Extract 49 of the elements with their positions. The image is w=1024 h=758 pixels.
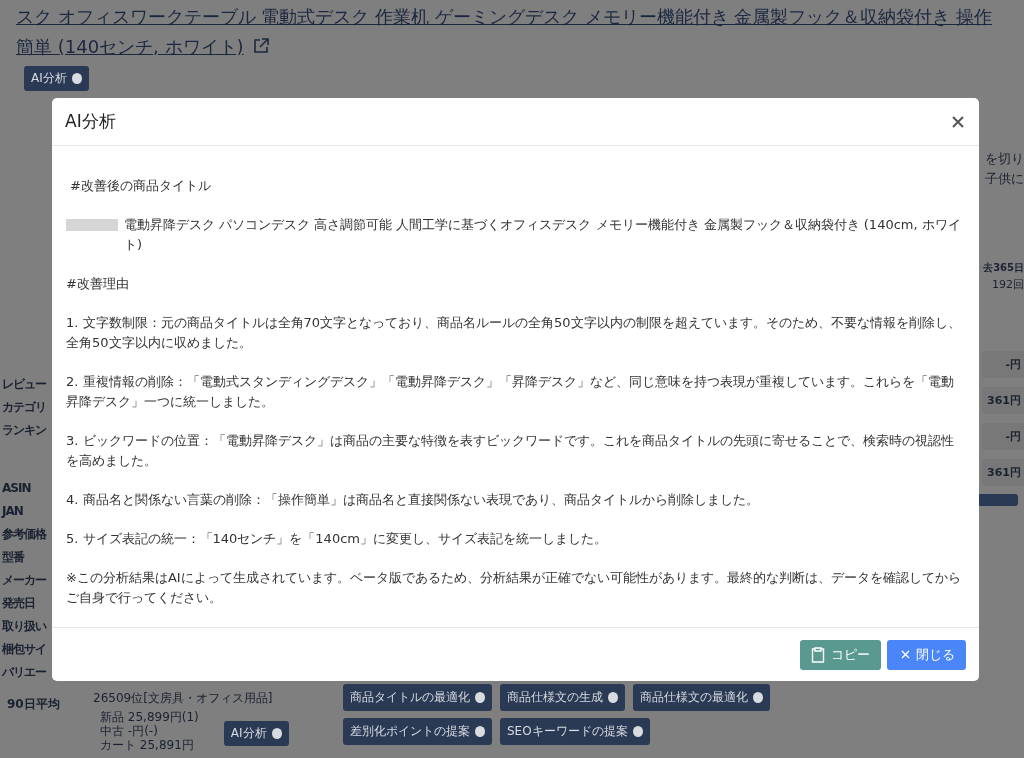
- row-label: レビュー: [2, 376, 48, 393]
- ai-analysis-button[interactable]: AI分析: [223, 721, 289, 746]
- price-value: 361円: [982, 459, 1024, 486]
- ai-analysis-button[interactable]: AI分析: [24, 66, 89, 91]
- row-label: 梱包サイ: [2, 641, 47, 658]
- price-value: -円: [982, 423, 1024, 450]
- description-text: 192回: [992, 277, 1024, 293]
- price-text: 中古 -円(-): [100, 724, 159, 738]
- row-label: メーカー: [2, 572, 48, 589]
- prompt-button[interactable]: 商品タイトルの最適化: [343, 684, 492, 711]
- paragraph: 5. サイズ表記の統一：「140センチ」を「140cm」に変更し、サイズ表記を統一しました。: [66, 530, 608, 549]
- row-label: 発売日: [2, 595, 36, 612]
- description-text: 子供に: [985, 170, 1024, 188]
- prompt-button[interactable]: SEOキーワードの提案: [500, 718, 650, 745]
- paragraph: 1. 文字数制限：元の商品タイトルは全角70文字となっており、商品名ルールの全角50文字以内の制限を超えています。そのため、不要な情報を削除し、全角50文字以内に収めました。: [66, 314, 962, 353]
- product-title-text: 電動昇降デスク パソコンデスク 高さ調節可能 人間工学に基づくオフィスデスク メモリー機能付き 金属製フック＆収納袋付き (140cm, ホワイト): [124, 216, 962, 255]
- close-icon[interactable]: [952, 115, 964, 128]
- paragraph: 2. 重複情報の削除：「電動式スタンディングデスク」「電動昇降デスク」「昇降デスク」など、同じ意味を持つ表現が重複しています。これらを「電動昇降デスク」一つに統一しました。: [66, 373, 955, 412]
- price-value: 361円: [982, 387, 1024, 414]
- price-text: 新品 25,899円(1): [100, 710, 199, 724]
- prompt-button[interactable]: 差別化ポイントの提案: [343, 718, 492, 745]
- product-title-link[interactable]: スク オフィスワークテーブル 電動式デスク 作業机 ゲーミングデスク メモリー機能付き 金属製フック＆収納袋付き 操作簡単 (140センチ, ホワイト): [16, 2, 994, 62]
- row-label: 取り扱い: [2, 618, 48, 635]
- paragraph: 4. 商品名と関係ない言葉の削除：「操作簡単」は商品名と直接関係ない表現であり、商品タイトルから削除しました。: [66, 491, 760, 510]
- prompt-button[interactable]: 商品仕様文の生成: [500, 684, 625, 711]
- paragraph: 3. ビックワードの位置：「電動昇降デスク」は商品の主要な特徴を表すビックワードです。これを商品タイトルの先頭に寄せることで、検索時の視認性を高めました。: [66, 432, 955, 471]
- price-text: カート 25,891円: [100, 738, 195, 752]
- modal-title: AI分析: [65, 110, 116, 134]
- clipboard-icon: [811, 646, 825, 663]
- ranking-text: 26509位[文房具・オフィス用品]: [93, 690, 274, 707]
- row-label: JAN: [2, 503, 24, 520]
- row-label: 型番: [2, 549, 26, 566]
- row-label: カテゴリ: [2, 399, 47, 416]
- row-label: 参考価格: [2, 526, 48, 543]
- row-label: ASIN: [2, 480, 32, 497]
- row-label: バリエー: [2, 664, 48, 681]
- price-value: -円: [982, 351, 1024, 378]
- description-text: を切り: [985, 150, 1024, 168]
- external-link-icon: [251, 37, 270, 55]
- row-label: 90日平均: [7, 696, 61, 713]
- redacted-block: [66, 219, 118, 232]
- prompt-button[interactable]: 商品仕様文の最適化: [633, 684, 770, 711]
- row-label: ランキン: [2, 422, 47, 439]
- section-heading: #改善後の商品タイトル: [69, 177, 212, 196]
- paragraph: ※この分析結果はAIによって生成されています。ベータ版であるため、分析結果が正確でない可能性があります。最終的な判断は、データを確認してからご自身で行ってください。: [66, 569, 962, 608]
- close-icon: [901, 650, 910, 660]
- paragraph: #改善理由: [66, 275, 130, 294]
- period-label: 去365日: [983, 261, 1024, 275]
- action-bar: [978, 494, 1018, 506]
